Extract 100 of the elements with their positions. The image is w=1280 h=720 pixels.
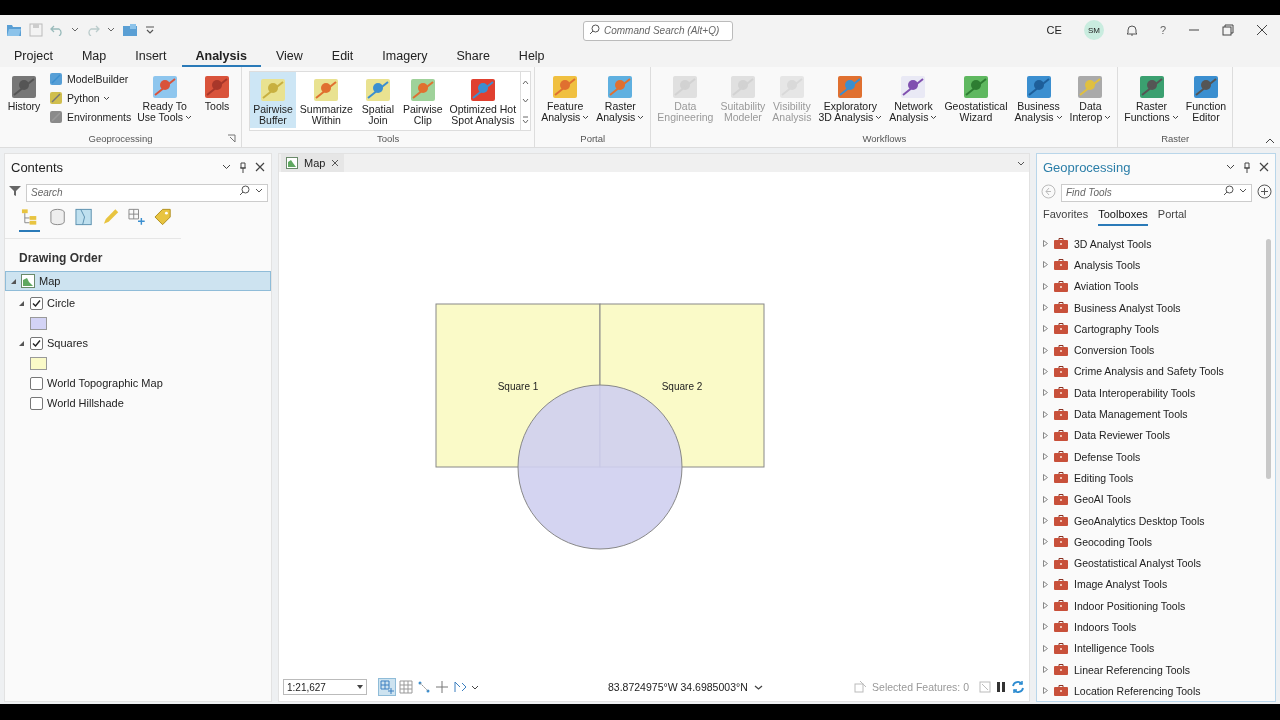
ribbon-button[interactable]: History xyxy=(3,69,45,114)
dialog-launcher-icon[interactable] xyxy=(227,134,237,143)
constraint-icon[interactable] xyxy=(453,680,467,694)
ribbon-button[interactable]: Raster Functions xyxy=(1121,69,1182,125)
menu-tab[interactable]: Share xyxy=(442,49,504,67)
ribbon-button[interactable]: Exploratory 3D Analysis xyxy=(815,69,886,125)
toolbox-item[interactable]: GeoAI Tools xyxy=(1037,488,1263,510)
toolbox-item[interactable]: Data Interoperability Tools xyxy=(1037,382,1263,404)
checkbox[interactable] xyxy=(30,336,43,350)
ribbon-button[interactable]: Raster Analysis xyxy=(593,69,648,125)
customize-caret-icon[interactable] xyxy=(145,25,155,35)
toolbox-item[interactable]: Location Referencing Tools xyxy=(1037,680,1263,701)
caret-icon[interactable] xyxy=(71,27,79,33)
checkbox[interactable] xyxy=(30,296,43,310)
user-avatar[interactable]: SM xyxy=(1083,20,1104,40)
help-button[interactable]: ? xyxy=(1159,24,1166,36)
toolbox-item[interactable]: Data Management Tools xyxy=(1037,403,1263,425)
caret-icon[interactable] xyxy=(1017,160,1025,166)
close-icon[interactable] xyxy=(1259,162,1269,172)
project-icon[interactable] xyxy=(122,23,138,37)
ribbon-button[interactable]: Ready To Use Tools xyxy=(134,69,196,125)
menu-tab[interactable]: Imagery xyxy=(368,49,442,67)
toolbox-item[interactable]: GeoAnalytics Desktop Tools xyxy=(1037,509,1263,532)
close-icon[interactable] xyxy=(255,162,265,172)
caret-icon[interactable] xyxy=(753,684,763,690)
ribbon-button[interactable]: Function Editor xyxy=(1182,69,1230,125)
layer-item[interactable]: World Hillshade xyxy=(5,393,271,413)
layer-item[interactable]: Circle xyxy=(5,293,271,313)
toolbox-item[interactable]: Geostatistical Analyst Tools xyxy=(1037,552,1263,574)
ribbon-button[interactable]: Optimized Hot Spot Analysis xyxy=(446,72,520,128)
menu-tab[interactable]: Map xyxy=(67,49,121,67)
tree-item[interactable]: Map xyxy=(5,271,271,291)
toolbox-item[interactable]: Business Analyst Tools xyxy=(1037,296,1263,319)
toolbox-item[interactable]: Geocoding Tools xyxy=(1037,531,1263,553)
map-tab[interactable]: Map xyxy=(281,154,345,172)
options-caret-icon[interactable] xyxy=(1226,164,1235,170)
menu-tab[interactable]: Insert xyxy=(121,49,181,67)
panel-tab[interactable]: Portal xyxy=(1157,208,1187,226)
caret-icon[interactable] xyxy=(107,27,115,33)
expanded-arrow-icon[interactable] xyxy=(18,339,25,347)
pin-icon[interactable] xyxy=(239,161,247,173)
ribbon-button[interactable]: Business Analysis xyxy=(1011,69,1066,125)
toolbox-item[interactable]: Indoors Tools xyxy=(1037,616,1263,638)
toolbox-item[interactable]: Crime Analysis and Safety Tools xyxy=(1037,360,1263,383)
toolbox-item[interactable]: Image Analyst Tools xyxy=(1037,573,1263,596)
filter-icon[interactable] xyxy=(9,185,21,197)
restore-icon[interactable] xyxy=(1222,24,1234,36)
notification-bell-icon[interactable] xyxy=(1125,23,1138,37)
collapse-ribbon-icon[interactable] xyxy=(1265,137,1275,144)
checkbox[interactable] xyxy=(30,376,43,390)
checkbox[interactable] xyxy=(30,396,43,410)
options-caret-icon[interactable] xyxy=(222,164,231,170)
toolbox-item[interactable]: Defense Tools xyxy=(1037,445,1263,468)
ribbon-button[interactable]: Feature Analysis xyxy=(538,69,593,125)
ribbon-button[interactable]: Data Interop xyxy=(1066,69,1115,125)
expanded-arrow-icon[interactable] xyxy=(18,299,25,307)
refresh-icon[interactable] xyxy=(1011,680,1025,694)
ribbon-button[interactable]: Network Analysis xyxy=(886,69,941,125)
scale-field[interactable]: 1:21,627 xyxy=(283,679,367,695)
menu-tab[interactable]: View xyxy=(261,49,317,67)
layer-item[interactable]: Squares xyxy=(5,333,271,353)
ribbon-button[interactable]: Environments xyxy=(46,109,134,125)
snapping-icon[interactable] xyxy=(417,680,431,694)
add-icon[interactable] xyxy=(1257,183,1272,199)
ribbon-button[interactable]: Spatial Join xyxy=(356,72,399,128)
panel-tab[interactable]: Favorites xyxy=(1043,208,1089,226)
pause-icon[interactable] xyxy=(995,681,1007,693)
ribbon-button[interactable]: Python xyxy=(46,90,134,106)
toolbox-item[interactable]: Linear Referencing Tools xyxy=(1037,658,1263,681)
toolbox-item[interactable]: Indoor Positioning Tools xyxy=(1037,595,1263,617)
drawing-order-icon[interactable] xyxy=(19,208,41,232)
toolbox-item[interactable]: Cartography Tools xyxy=(1037,318,1263,340)
user-initials[interactable]: CE xyxy=(1046,24,1062,36)
ribbon-button[interactable]: Geostatistical Wizard xyxy=(941,69,1011,125)
search-field[interactable]: Search xyxy=(26,183,268,202)
ribbon-button[interactable]: Summarize Within xyxy=(296,72,356,128)
menu-tab[interactable]: Project xyxy=(0,49,67,67)
caret-icon[interactable] xyxy=(471,684,479,690)
ribbon-button[interactable]: ModelBuilder xyxy=(46,71,134,87)
toolbox-item[interactable]: 3D Analyst Tools xyxy=(1037,233,1263,255)
find-tools-field[interactable]: Find Tools xyxy=(1061,183,1252,202)
panel-tab[interactable]: Toolboxes xyxy=(1098,208,1148,226)
ribbon-button[interactable]: Pairwise Clip xyxy=(399,72,446,128)
open-folder-icon[interactable] xyxy=(6,23,22,37)
command-search-field[interactable]: Command Search (Alt+Q) xyxy=(583,20,733,41)
menu-tab[interactable]: Edit xyxy=(317,49,368,67)
ribbon-button[interactable]: Pairwise Buffer xyxy=(250,72,296,128)
toolbox-item[interactable]: Conversion Tools xyxy=(1037,339,1263,361)
pin-icon[interactable] xyxy=(1243,161,1251,173)
toolbox-item[interactable]: Intelligence Tools xyxy=(1037,637,1263,659)
close-icon[interactable] xyxy=(1256,24,1268,36)
close-icon[interactable] xyxy=(331,159,340,167)
menu-tab[interactable]: Help xyxy=(504,49,559,67)
ribbon-button[interactable]: Tools xyxy=(196,69,239,114)
grid-add-icon[interactable] xyxy=(379,679,395,695)
expanded-arrow-icon[interactable] xyxy=(10,277,17,285)
layer-item[interactable]: World Topographic Map xyxy=(5,373,271,393)
toolbox-item[interactable]: Data Reviewer Tools xyxy=(1037,424,1263,446)
toolbox-item[interactable]: Editing Tools xyxy=(1037,467,1263,489)
toolbox-item[interactable]: Analysis Tools xyxy=(1037,254,1263,276)
